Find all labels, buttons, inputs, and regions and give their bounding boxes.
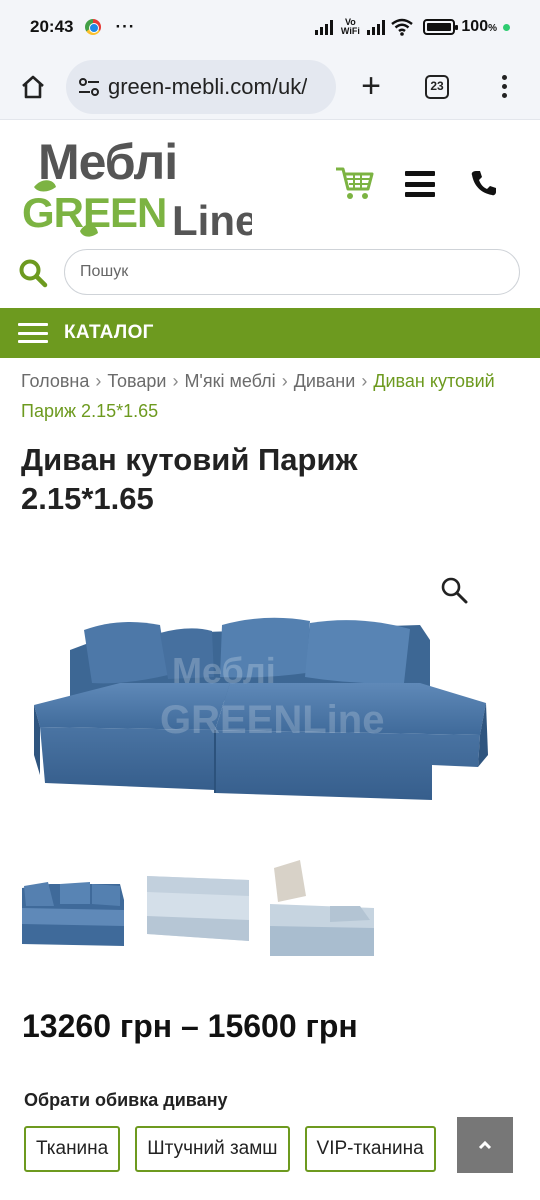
thumbnail-3[interactable] bbox=[270, 856, 375, 961]
site-header: Меблі GREEN Line bbox=[0, 121, 540, 246]
svg-text:Меблі: Меблі bbox=[38, 134, 177, 190]
watermark-bottom: GREENLine bbox=[160, 698, 384, 742]
thumbnail-2[interactable] bbox=[145, 856, 250, 961]
option-faux-suede[interactable]: Штучний замш bbox=[135, 1126, 290, 1172]
signal-icon-2 bbox=[367, 19, 386, 35]
signal-icon bbox=[315, 19, 334, 35]
breadcrumb-item-products[interactable]: Товари bbox=[107, 371, 166, 391]
battery-icon bbox=[423, 19, 459, 35]
upholstery-options: Тканина Штучний замш VIP-тканина bbox=[24, 1126, 436, 1172]
chevron-right-icon: › bbox=[361, 371, 368, 391]
breadcrumb-item-home[interactable]: Головна bbox=[21, 371, 89, 391]
catalog-label: КАТАЛОГ bbox=[64, 322, 154, 343]
home-icon bbox=[22, 75, 44, 98]
chevron-right-icon: › bbox=[172, 371, 179, 391]
svg-text:Line: Line bbox=[172, 197, 252, 244]
option-vip-fabric[interactable]: VIP-тканина bbox=[304, 1126, 436, 1172]
search-row bbox=[0, 246, 540, 300]
privacy-indicator-icon bbox=[503, 23, 510, 31]
vowifi-label: Vo WiFi bbox=[340, 17, 360, 36]
catalog-menu-icon bbox=[18, 323, 48, 343]
page-title: Диван кутовий Париж 2.15*1.65 bbox=[21, 442, 358, 516]
wifi-icon bbox=[391, 18, 414, 36]
status-bar: 20:43 ··· Vo WiFi 100% bbox=[0, 0, 540, 54]
zoom-icon[interactable] bbox=[440, 576, 468, 604]
cart-icon[interactable] bbox=[334, 165, 374, 201]
option-fabric[interactable]: Тканина bbox=[24, 1126, 121, 1172]
tab-count: 23 bbox=[425, 74, 449, 99]
breadcrumb-item-soft-furniture[interactable]: М'які меблі bbox=[184, 371, 275, 391]
catalog-menu-button[interactable]: КАТАЛОГ bbox=[0, 308, 540, 358]
browser-menu-button[interactable] bbox=[468, 75, 540, 98]
scroll-to-top-button[interactable] bbox=[457, 1117, 513, 1173]
site-settings-icon[interactable] bbox=[78, 77, 100, 97]
search-icon[interactable] bbox=[18, 258, 48, 288]
site-logo[interactable]: Меблі GREEN Line bbox=[20, 127, 252, 245]
chevron-right-icon: › bbox=[95, 371, 102, 391]
search-input[interactable] bbox=[64, 249, 520, 295]
thumbnail-1[interactable] bbox=[20, 856, 125, 961]
watermark-top: Меблі bbox=[172, 650, 276, 691]
status-time: 20:43 bbox=[30, 17, 74, 36]
upholstery-option-label: Обрати обивка дивану bbox=[24, 1090, 228, 1110]
thumbnail-gallery bbox=[20, 856, 375, 962]
phone-icon[interactable] bbox=[470, 169, 498, 197]
breadcrumb-item-sofas[interactable]: Дивани bbox=[294, 371, 356, 391]
chevron-right-icon: › bbox=[281, 371, 288, 391]
url-text: green-mebli.com/uk/ bbox=[108, 73, 308, 99]
address-bar[interactable]: green-mebli.com/uk/ bbox=[66, 59, 336, 114]
new-tab-button[interactable]: + bbox=[336, 67, 406, 106]
svg-text:GREEN: GREEN bbox=[22, 189, 166, 236]
chrome-icon bbox=[85, 19, 102, 35]
more-notifications-icon: ··· bbox=[115, 17, 136, 36]
product-price: 13260 грн – 15600 грн bbox=[22, 1008, 358, 1044]
hamburger-icon[interactable] bbox=[405, 171, 435, 197]
tab-switcher-button[interactable]: 23 bbox=[406, 74, 468, 99]
home-button[interactable] bbox=[0, 54, 66, 120]
battery-percent: 100% bbox=[461, 18, 497, 35]
chevron-up-icon bbox=[478, 1140, 492, 1150]
breadcrumb: Головна › Товари › М'які меблі › Дивани › Диван … bbox=[21, 366, 521, 426]
browser-toolbar: green-mebli.com/uk/ + 23 bbox=[0, 54, 540, 120]
